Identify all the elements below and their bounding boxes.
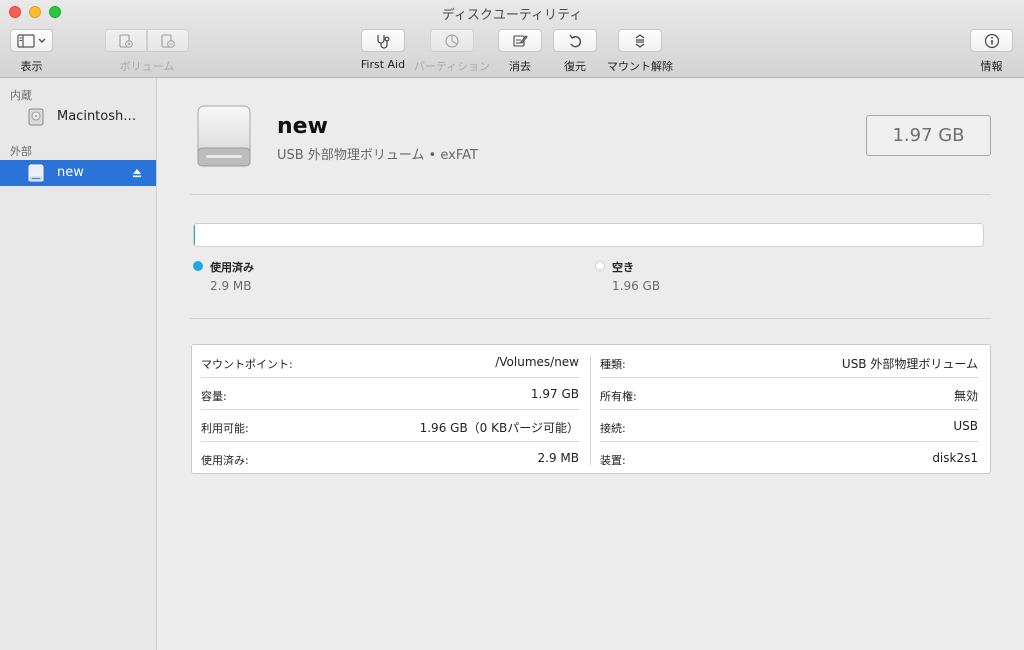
info-label: 情報 (980, 60, 1003, 73)
info-key: 所有権: (600, 390, 637, 403)
sidebar-item-label: new (57, 165, 84, 180)
info-value: USB (953, 419, 978, 433)
first-aid-label: First Aid (360, 58, 406, 71)
info-value: 1.96 GB（0 KBパージ可能） (419, 421, 579, 435)
legend-used-value: 2.9 MB (210, 279, 252, 293)
legend-used-label: 使用済み (210, 261, 254, 274)
erase-button[interactable] (498, 29, 542, 52)
window-title: ディスクユーティリティ (441, 8, 583, 23)
partition-pie-icon (445, 33, 459, 48)
remove-volume-button[interactable] (147, 29, 189, 52)
partition-button[interactable] (430, 29, 474, 52)
info-value: 2.9 MB (537, 451, 579, 465)
info-key: 装置: (600, 454, 626, 467)
eject-icon[interactable] (132, 168, 142, 178)
sidebar-toggle-icon (16, 33, 45, 48)
internal-section-header: 内蔵 (10, 89, 32, 102)
view-button[interactable] (10, 29, 53, 52)
free-color-dot (595, 261, 605, 271)
info-key: 種類: (600, 358, 626, 371)
external-disk-icon (28, 164, 44, 182)
first-aid-button[interactable] (361, 29, 405, 52)
remove-volume-icon (161, 33, 175, 48)
info-key: 使用済み: (201, 454, 249, 467)
info-value: 1.97 GB (530, 387, 579, 401)
volume-name: new (277, 114, 328, 139)
info-value: /Volumes/new (495, 355, 579, 369)
title-bar: ディスクユーティリティ 表示 ボリューム First Aid パーティション 消… (0, 0, 1024, 78)
info-key: マウントポイント: (201, 358, 293, 371)
unmount-label: マウント解除 (607, 60, 673, 73)
main-panel: new USB 外部物理ボリューム • exFAT 1.97 GB 使用済み 2… (158, 78, 1024, 650)
info-row-device: 装置: disk2s1 (600, 442, 978, 474)
divider (190, 194, 991, 195)
info-row-available: 利用可能: 1.96 GB（0 KBパージ可能） (201, 410, 579, 442)
info-key: 接続: (600, 422, 626, 435)
disk-utility-window: ディスクユーティリティ 表示 ボリューム First Aid パーティション 消… (0, 0, 1024, 650)
info-row-type: 種類: USB 外部物理ボリューム (600, 346, 978, 378)
sidebar: 内蔵 Macintosh… 外部 new (0, 78, 157, 650)
volume-subtitle: USB 外部物理ボリューム • exFAT (277, 148, 478, 163)
info-value: 無効 (953, 389, 978, 403)
used-color-dot (193, 261, 203, 271)
restore-arrow-icon (569, 34, 581, 47)
info-row-used: 使用済み: 2.9 MB (201, 442, 579, 474)
info-value: USB 外部物理ボリューム (841, 357, 978, 371)
info-row-capacity: 容量: 1.97 GB (201, 378, 579, 410)
info-row-owners: 所有権: 無効 (600, 378, 978, 410)
erase-label: 消去 (509, 60, 531, 73)
internal-disk-icon (28, 108, 44, 126)
sidebar-item-label: Macintosh… (57, 109, 137, 124)
info-icon (984, 33, 999, 48)
info-column-left: マウントポイント: /Volumes/new 容量: 1.97 GB 利用可能:… (192, 345, 584, 475)
add-volume-button[interactable] (105, 29, 147, 52)
info-column-right: 種類: USB 外部物理ボリューム 所有権: 無効 接続: USB 装置: di… (591, 345, 983, 475)
unmount-button[interactable] (618, 29, 662, 52)
external-drive-icon (197, 105, 251, 167)
restore-label: 復元 (564, 60, 586, 73)
usage-bar (193, 223, 984, 247)
info-button[interactable] (970, 29, 1013, 52)
divider (190, 318, 991, 319)
info-key: 利用可能: (201, 422, 249, 435)
info-row-connection: 接続: USB (600, 410, 978, 442)
volume-label: ボリューム (119, 60, 175, 73)
sidebar-item-macintosh[interactable]: Macintosh… (0, 104, 156, 130)
legend-free-label: 空き (612, 261, 634, 274)
external-section-header: 外部 (10, 145, 32, 158)
info-key: 容量: (201, 390, 227, 403)
info-value: disk2s1 (932, 451, 978, 465)
info-table: マウントポイント: /Volumes/new 容量: 1.97 GB 利用可能:… (191, 344, 991, 474)
usage-bar-used-fill (194, 224, 196, 246)
restore-button[interactable] (553, 29, 597, 52)
add-volume-icon (119, 33, 133, 48)
sidebar-item-new[interactable]: new (0, 160, 156, 186)
legend-used: 使用済み 2.9 MB (193, 259, 393, 295)
view-label: 表示 (20, 60, 43, 73)
stethoscope-icon (377, 34, 390, 49)
info-row-mount-point: マウントポイント: /Volumes/new (201, 346, 579, 378)
unmount-icon (635, 33, 645, 48)
legend-free: 空き 1.96 GB (595, 259, 795, 295)
partition-label: パーティション (413, 60, 491, 73)
erase-icon (513, 34, 528, 47)
legend-free-value: 1.96 GB (612, 279, 661, 293)
volume-capacity-badge: 1.97 GB (866, 115, 991, 156)
